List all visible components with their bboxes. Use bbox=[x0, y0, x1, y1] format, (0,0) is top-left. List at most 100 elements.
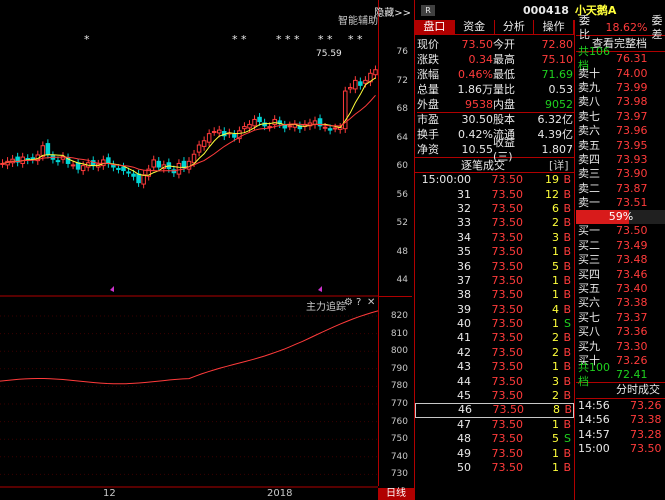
tick-row[interactable]: 31 73.50 12 B bbox=[415, 187, 574, 201]
minute-row[interactable]: 14:56 73.26 bbox=[576, 399, 665, 413]
tick-row[interactable]: 46 73.50 8 B bbox=[415, 403, 574, 418]
buy-level-label: 买二 bbox=[578, 238, 600, 252]
sell-level[interactable]: 卖二 73.87 bbox=[576, 182, 665, 196]
candle-body bbox=[252, 118, 257, 127]
sell-level-price: 73.95 bbox=[616, 138, 648, 152]
tick-row[interactable]: 40 73.50 1 S bbox=[415, 317, 574, 331]
signal-marker bbox=[110, 286, 114, 292]
tick-volume: 1 bbox=[552, 245, 559, 259]
sell-level-price: 73.98 bbox=[616, 95, 648, 109]
indicator-tick: 740 bbox=[390, 451, 408, 462]
tick-row[interactable]: 35 73.50 1 B bbox=[415, 245, 574, 259]
tab-3[interactable]: 操作 bbox=[534, 20, 574, 34]
buy-level[interactable]: 买八 73.36 bbox=[576, 325, 665, 339]
tab-0[interactable]: 盘口 bbox=[415, 20, 455, 34]
buy-level-label: 买五 bbox=[578, 282, 600, 296]
quote-label: 外盘 bbox=[417, 97, 439, 111]
quote-row: 现价 73.50 今开 72.80 bbox=[417, 37, 574, 52]
buy-level[interactable]: 买七 73.37 bbox=[576, 311, 665, 325]
minute-trades[interactable]: 14:56 73.26 14:56 73.38 14:57 73.28 15:00 73.50 bbox=[576, 399, 665, 457]
tick-row[interactable]: 41 73.50 2 B bbox=[415, 331, 574, 345]
quote-value: 72.80 bbox=[541, 37, 574, 51]
buy-level[interactable]: 买一 73.50 bbox=[576, 224, 665, 238]
tick-volume: 8 bbox=[553, 403, 560, 417]
kline-chart-area[interactable]: 智能辅助 主力追踪 ⚙ ? ✕ 12 2018 * * * * * * * * * * 7… bbox=[0, 0, 378, 500]
tick-volume: 6 bbox=[552, 201, 559, 215]
kline-svg bbox=[0, 65, 378, 488]
sell-levels[interactable]: 卖十 74.00 卖九 73.99 卖八 73.98 卖七 73.97 卖六 73.96 卖五 73.… bbox=[576, 66, 665, 210]
tab-1[interactable]: 资金 bbox=[454, 20, 495, 34]
tick-row[interactable]: 48 73.50 5 S bbox=[415, 432, 574, 446]
max-price-label: 75.59 bbox=[316, 49, 342, 59]
quote-row: 外盘 9538 内盘 9052 bbox=[417, 97, 574, 112]
tick-row[interactable]: 45 73.50 2 B bbox=[415, 389, 574, 403]
tick-price: 73.50 bbox=[491, 417, 524, 431]
minute-price: 73.50 bbox=[630, 441, 662, 455]
close-icon[interactable]: ✕ bbox=[367, 297, 375, 308]
gear-icon[interactable]: ⚙ bbox=[344, 297, 353, 308]
quote-label: 今开 bbox=[493, 37, 515, 51]
stock-code: 000418 bbox=[523, 3, 569, 17]
sell-level[interactable]: 卖九 73.99 bbox=[576, 81, 665, 95]
tick-volume: 1 bbox=[552, 461, 559, 474]
sell-level-label: 卖六 bbox=[578, 124, 600, 138]
period-button-day[interactable]: 日线 bbox=[378, 488, 414, 500]
buy-level-price: 73.36 bbox=[616, 325, 648, 339]
sell-level[interactable]: 卖十 74.00 bbox=[576, 66, 665, 80]
sell-level[interactable]: 卖六 73.96 bbox=[576, 124, 665, 138]
tick-row[interactable]: 43 73.50 1 B bbox=[415, 360, 574, 374]
tab-2[interactable]: 分析 bbox=[494, 20, 535, 34]
indicator-tick: 770 bbox=[390, 399, 408, 409]
sell-level[interactable]: 卖八 73.98 bbox=[576, 95, 665, 109]
sell-level[interactable]: 卖一 73.51 bbox=[576, 196, 665, 210]
quote-value: 0.46% bbox=[458, 67, 493, 81]
buy-level[interactable]: 买四 73.46 bbox=[576, 267, 665, 281]
tick-row[interactable]: 42 73.50 2 B bbox=[415, 346, 574, 360]
tick-row[interactable]: 38 73.50 1 B bbox=[415, 288, 574, 302]
tick-volume: 1 bbox=[552, 417, 559, 431]
minute-row[interactable]: 14:56 73.38 bbox=[576, 413, 665, 427]
tick-direction: B bbox=[563, 187, 571, 201]
sell-level[interactable]: 卖三 73.90 bbox=[576, 167, 665, 181]
help-icon[interactable]: ? bbox=[356, 297, 361, 308]
tick-price: 73.50 bbox=[491, 331, 524, 345]
tick-time: 43 bbox=[457, 360, 471, 374]
tick-volume: 1 bbox=[552, 317, 559, 331]
buy-level[interactable]: 买三 73.48 bbox=[576, 253, 665, 267]
buy-levels[interactable]: 买一 73.50 买二 73.49 买三 73.48 买四 73.46 买五 73.40 买六 73.… bbox=[576, 224, 665, 368]
tick-row[interactable]: 49 73.50 1 B bbox=[415, 446, 574, 460]
tick-row[interactable]: 39 73.50 4 B bbox=[415, 303, 574, 317]
buy-level-price: 73.40 bbox=[616, 282, 648, 296]
ticks-table[interactable]: 15:00:00 73.50 19 B 31 73.50 12 B 32 73.50 6 B 33 73.… bbox=[415, 173, 574, 475]
ticks-detail-link[interactable]: [详] bbox=[549, 157, 569, 173]
tick-volume: 3 bbox=[552, 230, 559, 244]
buy-level[interactable]: 买五 73.40 bbox=[576, 282, 665, 296]
tick-row[interactable]: 36 73.50 5 B bbox=[415, 259, 574, 273]
order-book: 委比 18.62% 委差 查看完整档 共106档 76.31 卖十 74.00 卖九… bbox=[576, 14, 665, 500]
minute-row[interactable]: 14:57 73.28 bbox=[576, 427, 665, 441]
sell-level[interactable]: 卖四 73.93 bbox=[576, 153, 665, 167]
tick-row[interactable]: 37 73.50 1 B bbox=[415, 274, 574, 288]
indicator-tick: 800 bbox=[390, 346, 408, 357]
candle-body bbox=[121, 166, 126, 172]
minute-row[interactable]: 15:00 73.50 bbox=[576, 442, 665, 456]
tick-row[interactable]: 44 73.50 3 B bbox=[415, 374, 574, 388]
tick-volume: 2 bbox=[552, 345, 559, 359]
tick-row[interactable]: 50 73.50 1 B bbox=[415, 461, 574, 475]
tick-row[interactable]: 47 73.50 1 B bbox=[415, 418, 574, 432]
tick-row[interactable]: 32 73.50 6 B bbox=[415, 202, 574, 216]
sell-level[interactable]: 卖七 73.97 bbox=[576, 110, 665, 124]
buy-level-price: 73.46 bbox=[616, 267, 648, 281]
hide-button[interactable]: 隐藏>> bbox=[349, 4, 411, 19]
candle-body bbox=[272, 118, 277, 125]
tick-row[interactable]: 33 73.50 2 B bbox=[415, 216, 574, 230]
buy-level[interactable]: 买二 73.49 bbox=[576, 239, 665, 253]
tick-time: 42 bbox=[457, 345, 471, 359]
buy-level[interactable]: 买六 73.38 bbox=[576, 296, 665, 310]
tick-row[interactable]: 34 73.50 3 B bbox=[415, 231, 574, 245]
buy-level[interactable]: 买九 73.30 bbox=[576, 339, 665, 353]
sell-level[interactable]: 卖五 73.95 bbox=[576, 138, 665, 152]
tick-row[interactable]: 15:00:00 73.50 19 B bbox=[415, 173, 574, 187]
candle-body bbox=[232, 133, 237, 138]
quote-label: 涨跌 bbox=[417, 52, 439, 66]
